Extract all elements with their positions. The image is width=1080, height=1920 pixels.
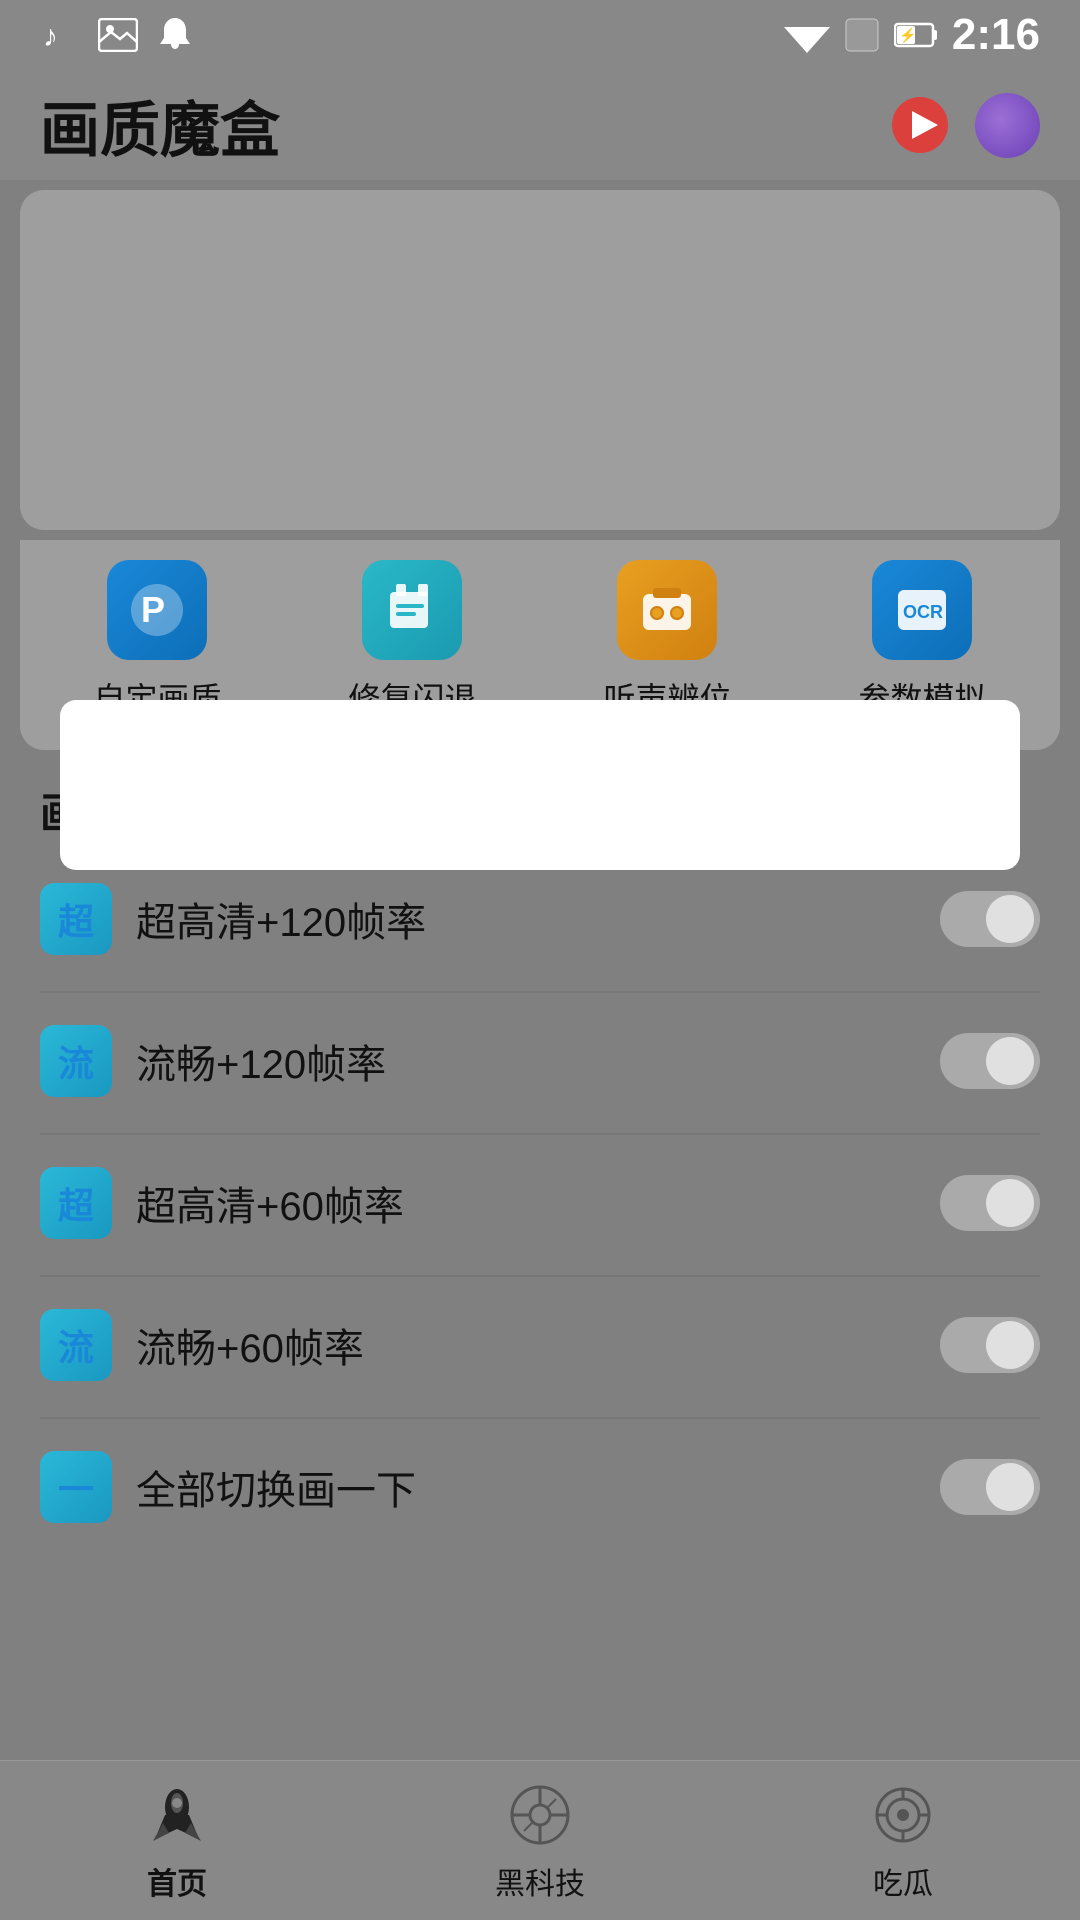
- nav-eat-melon[interactable]: 吃瓜: [867, 1779, 939, 1903]
- action-audio-locate[interactable]: 听声辨位: [603, 560, 731, 720]
- badge-smooth-120: 流: [40, 1025, 112, 1097]
- table-row: 流 流畅+120帧率: [20, 993, 1060, 1129]
- nav-home-label: 首页: [147, 1859, 207, 1903]
- setting-label-smooth-120: 流畅+120帧率: [136, 1032, 940, 1090]
- toggle-all[interactable]: [940, 1459, 1040, 1515]
- toggle-ultra-60[interactable]: [940, 1175, 1040, 1231]
- setting-label-smooth-60: 流畅+60帧率: [136, 1316, 940, 1374]
- badge-ultra-120: 超: [40, 883, 112, 955]
- svg-text:⚡: ⚡: [899, 27, 916, 44]
- status-bar-right: ⚡ 2:16: [784, 10, 1040, 60]
- sim-icon: [844, 17, 880, 53]
- battery-icon: ⚡: [894, 20, 938, 50]
- black-tech-icon: [504, 1779, 576, 1851]
- param-sim-icon: OCR: [872, 560, 972, 660]
- setting-label-all: 全部切换画一下: [136, 1458, 940, 1516]
- status-bar-left: ♪: [40, 16, 192, 54]
- nav-eat-melon-label: 吃瓜: [873, 1859, 933, 1903]
- status-bar: ♪ ⚡ 2:16: [0, 0, 1080, 70]
- settings-list: 超 超高清+120帧率 流 流畅+120帧率 超 超高清+60帧率 流 流畅+6…: [0, 851, 1080, 1555]
- setting-label-ultra-120: 超高清+120帧率: [136, 890, 940, 948]
- overlay-box: [60, 700, 1020, 870]
- wifi-icon: [784, 17, 830, 53]
- table-row: 超 超高清+60帧率: [20, 1135, 1060, 1271]
- action-custom-quality[interactable]: P 自定画质: [93, 560, 221, 720]
- gallery-icon: [98, 18, 138, 52]
- bottom-nav: 首页 黑科技: [0, 1760, 1080, 1920]
- audio-locate-icon: [617, 560, 717, 660]
- action-fix-crash[interactable]: 修复闪退: [348, 560, 476, 720]
- badge-all: 一: [40, 1451, 112, 1523]
- status-time: 2:16: [952, 10, 1040, 60]
- bell-icon: [158, 16, 192, 54]
- play-button[interactable]: [885, 90, 955, 160]
- toggle-smooth-60[interactable]: [940, 1317, 1040, 1373]
- table-row: 超 超高清+120帧率: [20, 851, 1060, 987]
- svg-text:OCR: OCR: [903, 602, 943, 622]
- svg-text:P: P: [141, 589, 165, 630]
- fix-crash-icon: [362, 560, 462, 660]
- table-row: 一 全部切换画一下: [20, 1419, 1060, 1555]
- app-title: 画质魔盒: [40, 82, 280, 169]
- setting-label-ultra-60: 超高清+60帧率: [136, 1174, 940, 1232]
- avatar[interactable]: [975, 93, 1040, 158]
- badge-ultra-60: 超: [40, 1167, 112, 1239]
- svg-text:♪: ♪: [43, 20, 58, 53]
- eat-melon-icon: [867, 1779, 939, 1851]
- nav-black-tech-label: 黑科技: [495, 1859, 585, 1903]
- custom-quality-icon: P: [107, 560, 207, 660]
- nav-black-tech[interactable]: 黑科技: [495, 1779, 585, 1903]
- toggle-smooth-120[interactable]: [940, 1033, 1040, 1089]
- table-row: 流 流畅+60帧率: [20, 1277, 1060, 1413]
- banner-area: [20, 190, 1060, 530]
- badge-smooth-60: 流: [40, 1309, 112, 1381]
- nav-home[interactable]: 首页: [141, 1779, 213, 1903]
- header-icons: [885, 90, 1040, 160]
- app-header: 画质魔盒: [0, 70, 1080, 180]
- toggle-ultra-120[interactable]: [940, 891, 1040, 947]
- rocket-icon: [141, 1779, 213, 1851]
- action-param-sim[interactable]: OCR 参数模拟: [858, 560, 986, 720]
- tiktok-icon: ♪: [40, 16, 78, 54]
